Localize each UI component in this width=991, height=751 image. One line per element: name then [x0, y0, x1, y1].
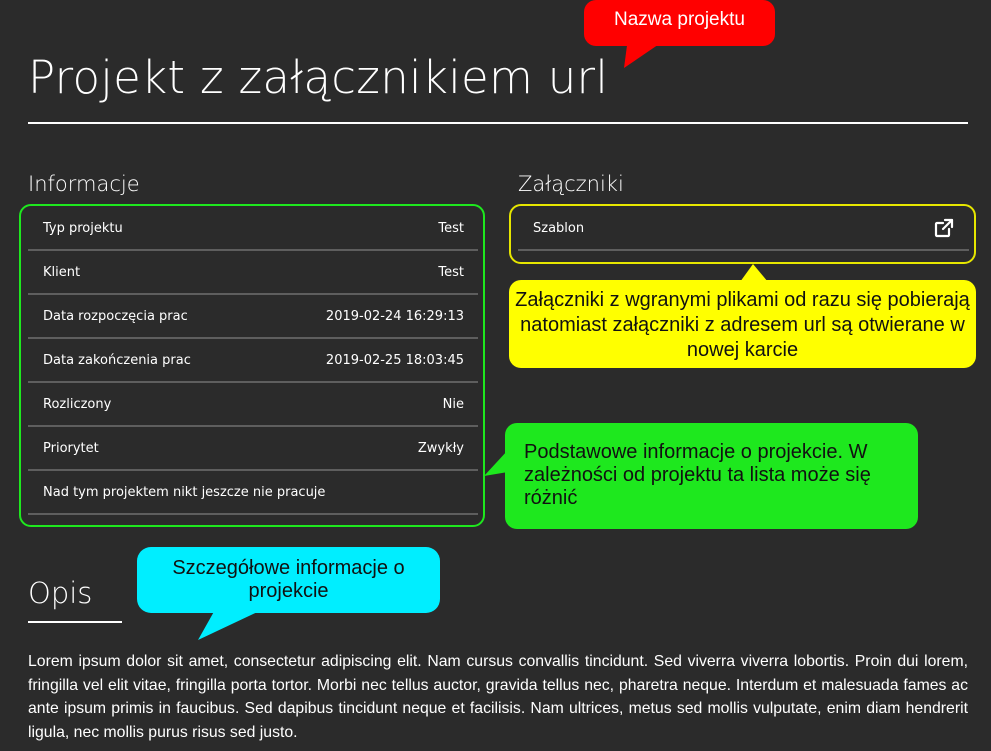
- info-row-priority: Priorytet Zwykły: [28, 427, 478, 471]
- callout-attachments-note: Załączniki z wgranymi plikami od razu si…: [509, 280, 976, 368]
- info-heading: Informacje: [28, 172, 140, 196]
- info-row-client: Klient Test: [28, 251, 478, 295]
- info-row-end-date: Data zakończenia prac 2019-02-25 18:03:4…: [28, 339, 478, 383]
- info-value: 2019-02-25 18:03:45: [325, 352, 464, 368]
- attachment-item[interactable]: Szablon: [518, 207, 969, 251]
- callout-description-note: Szczegółowe informacje o projekcie: [137, 547, 440, 613]
- info-label: Data zakończenia prac: [43, 352, 191, 368]
- info-value: Test: [438, 264, 464, 280]
- info-value: 2019-02-24 16:29:13: [325, 308, 464, 324]
- info-label: Klient: [43, 264, 81, 280]
- callout-info-note: Podstawowe informacje o projekcie. W zal…: [505, 423, 918, 529]
- info-label: Priorytet: [43, 440, 99, 456]
- info-label: Rozliczony: [43, 396, 112, 412]
- description-heading: Opis: [28, 576, 93, 610]
- info-list: Typ projektu Test Klient Test Data rozpo…: [28, 207, 478, 515]
- attachment-name[interactable]: Szablon: [518, 221, 584, 236]
- info-row-start-date: Data rozpoczęcia prac 2019-02-24 16:29:1…: [28, 295, 478, 339]
- attachments-heading: Załączniki: [518, 172, 624, 196]
- callout-project-name: Nazwa projektu: [584, 0, 775, 46]
- info-label: Nad tym projektem nikt jeszcze nie pracu…: [43, 484, 326, 500]
- external-link-icon[interactable]: [933, 217, 955, 239]
- info-value: Test: [438, 220, 464, 236]
- description-divider: [28, 621, 122, 623]
- project-title: Projekt z załącznikiem url: [28, 51, 609, 104]
- info-row-settled: Rozliczony Nie: [28, 383, 478, 427]
- info-value: Zwykły: [417, 440, 464, 456]
- info-value: Nie: [442, 396, 464, 412]
- description-text: Lorem ipsum dolor sit amet, consectetur …: [28, 653, 968, 741]
- info-row-project-type: Typ projektu Test: [28, 207, 478, 251]
- cyan-callout-pointer: [198, 608, 266, 640]
- info-row-workers: Nad tym projektem nikt jeszcze nie pracu…: [28, 471, 478, 515]
- info-label: Data rozpoczęcia prac: [43, 308, 188, 324]
- title-divider: [28, 122, 968, 124]
- info-label: Typ projektu: [43, 220, 123, 236]
